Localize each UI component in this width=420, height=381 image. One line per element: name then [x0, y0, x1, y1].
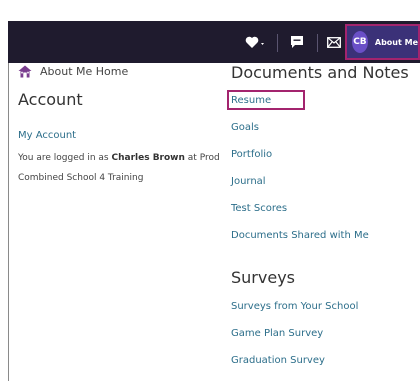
favorites-menu[interactable] — [236, 21, 276, 63]
graduation-survey-link[interactable]: Graduation Survey — [231, 355, 325, 366]
home-link-label: About Me Home — [40, 65, 129, 78]
journal-link[interactable]: Journal — [231, 176, 266, 187]
avatar: CB — [352, 31, 368, 53]
chat-icon — [291, 36, 303, 48]
game-plan-survey-link[interactable]: Game Plan Survey — [231, 328, 323, 339]
mail-icon — [327, 36, 341, 48]
chevron-down-icon — [261, 43, 264, 45]
about-me-home-link[interactable]: About Me Home — [18, 65, 128, 78]
surveys-heading: Surveys — [231, 268, 295, 287]
my-account-link[interactable]: My Account — [18, 130, 76, 141]
account-heading: Account — [18, 90, 83, 109]
portfolio-link[interactable]: Portfolio — [231, 149, 272, 160]
test-scores-link[interactable]: Test Scores — [231, 203, 287, 214]
home-icon — [18, 65, 32, 78]
documents-heading: Documents and Notes — [231, 63, 409, 82]
resume-link[interactable]: Resume — [231, 95, 271, 106]
logged-in-info: You are logged in as Charles Brown at Pr… — [18, 153, 220, 183]
top-navigation-bar: CB About Me — [8, 21, 420, 63]
about-me-menu-button[interactable]: CB About Me — [345, 24, 420, 60]
user-menu-label: About Me — [374, 37, 418, 47]
documents-shared-link[interactable]: Documents Shared with Me — [231, 230, 369, 241]
goals-link[interactable]: Goals — [231, 122, 259, 133]
about-me-dropdown-menu: About Me Home Account My Account You are… — [8, 63, 420, 381]
heart-icon — [245, 36, 264, 48]
surveys-from-school-link[interactable]: Surveys from Your School — [231, 301, 358, 312]
messages-button[interactable] — [278, 21, 316, 63]
user-name: Charles Brown — [111, 153, 185, 163]
